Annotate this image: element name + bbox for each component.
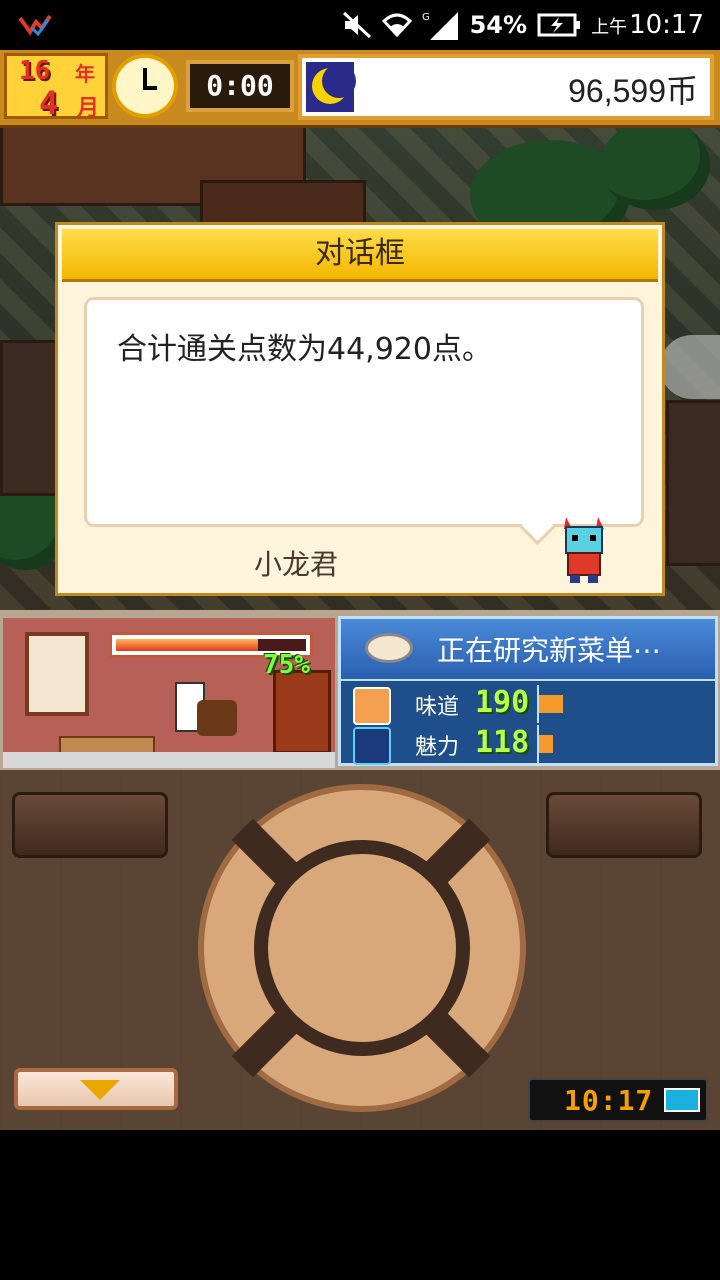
research-panel[interactable]: 正在研究新菜单⋯ 味道 190 魅力 118: [338, 616, 718, 766]
stat-value: 190: [475, 685, 530, 720]
money-panel: 96,599币: [298, 54, 714, 120]
progress-percent: 75%: [263, 650, 310, 680]
wooden-cabinet: [273, 670, 331, 754]
research-title: 正在研究新菜单⋯: [437, 634, 662, 667]
progress-fill: [116, 639, 259, 651]
device-clock-display: 10:17: [528, 1078, 708, 1122]
tree: [600, 120, 710, 210]
status-strip: 75% 正在研究新菜单⋯ 味道 190 魅力 118: [0, 610, 720, 770]
game-screen[interactable]: 16 年 4 月 0:00 96,599币 对话框 合计通关点数为44,920点…: [0, 50, 720, 1130]
stat-taste: 味道 190: [353, 685, 713, 725]
stat-value: 118: [475, 725, 530, 760]
kitchen-floor: [3, 752, 335, 768]
research-header: 正在研究新菜单⋯: [341, 619, 715, 681]
right-soft-button[interactable]: [546, 792, 702, 858]
money-amount: 96,599币: [568, 73, 698, 109]
stat-meter: [539, 695, 563, 713]
scroll-down-button[interactable]: [14, 1068, 178, 1110]
stat-label: 魅力: [415, 735, 460, 760]
night-moon-icon: [306, 62, 356, 112]
speech-bubble-tail: [519, 509, 556, 546]
speaker-name: 小龙君: [254, 548, 339, 581]
dpad-center-button[interactable]: [254, 840, 470, 1056]
device-clock-time: 10:17: [564, 1084, 654, 1117]
status-clock: 10:17: [629, 10, 704, 40]
mute-icon: [342, 11, 371, 39]
status-ampm: 上午: [591, 17, 628, 38]
cooking-pot-icon: [197, 700, 237, 736]
month-unit: 月: [77, 96, 100, 121]
lattice-window: [25, 632, 89, 716]
wifi-icon: [381, 13, 412, 37]
year-value: 16: [19, 56, 51, 86]
app-notification-icon: [18, 14, 52, 36]
stat-label: 味道: [415, 695, 460, 720]
battery-percent: 54%: [469, 11, 528, 39]
dish-plate-icon: [365, 633, 413, 663]
month-value: 4: [39, 84, 59, 122]
battery-charging-icon: [664, 1088, 700, 1112]
signal-icon: G: [422, 12, 458, 40]
kitchen-view: 75%: [3, 618, 335, 768]
dialog-box[interactable]: 对话框 合计通关点数为44,920点。 小龙君: [55, 222, 665, 596]
dragon-mascot-icon: [564, 517, 604, 583]
hud-top-bar: 16 年 4 月 0:00 96,599币: [0, 50, 720, 128]
side-menu-button[interactable]: [660, 335, 720, 399]
taste-smiley-icon: [353, 687, 391, 725]
dialog-title: 对话框: [62, 229, 658, 282]
control-panel: 10:17: [0, 770, 720, 1130]
stat-meter: [539, 735, 553, 753]
stat-charm: 魅力 118: [353, 725, 713, 765]
year-unit: 年: [75, 62, 95, 86]
status-bar: G 54% 上午10:17: [0, 0, 720, 50]
down-arrow-icon: [80, 1080, 120, 1100]
left-soft-button[interactable]: [12, 792, 168, 858]
directional-pad[interactable]: [198, 784, 526, 1112]
clock-icon: [112, 54, 178, 118]
game-time: 0:00: [186, 60, 294, 112]
dialog-message: 合计通关点数为44,920点。: [117, 332, 492, 367]
building-side: [666, 400, 720, 566]
battery-charging-icon: [537, 13, 581, 37]
speech-bubble: 合计通关点数为44,920点。: [84, 297, 644, 546]
svg-text:G: G: [422, 12, 430, 23]
charm-dish-icon: [353, 727, 391, 765]
date-display: 16 年 4 月: [4, 53, 108, 122]
